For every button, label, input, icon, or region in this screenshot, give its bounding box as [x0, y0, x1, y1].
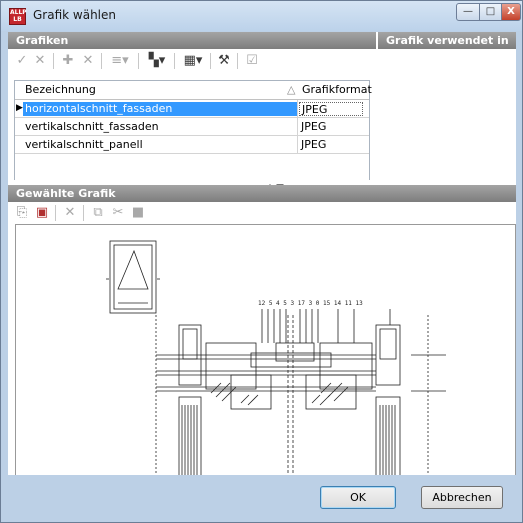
save-icon[interactable]: ■: [130, 205, 146, 221]
check-icon[interactable]: ✓: [14, 53, 30, 69]
cancel-button[interactable]: Abbrechen: [421, 486, 503, 509]
list-dropdown-icon[interactable]: ≡▾: [108, 53, 132, 69]
table-row[interactable]: ▶ horizontalschnitt_fassaden JPEG: [15, 100, 369, 118]
grafik-name: vertikalschnitt_panell: [25, 138, 143, 151]
dialog-footer: OK Abbrechen: [8, 475, 516, 517]
minimize-button[interactable]: —: [456, 3, 480, 21]
sort-ascending-icon: △: [287, 83, 296, 96]
column-header-grafikformat[interactable]: Grafikformat: [302, 83, 372, 96]
maximize-button[interactable]: □: [479, 3, 502, 21]
facade-section-drawing: 12 5 4 5 3 17 3 0 15 14 11 13: [106, 240, 446, 505]
remove-icon[interactable]: ✕: [62, 205, 78, 221]
tools-icon[interactable]: ⚒: [216, 53, 232, 69]
verwendet-in-section-header: Grafik verwendet in: [378, 32, 516, 49]
row-pointer-icon: ▶: [16, 103, 23, 113]
grafik-format: JPEG: [299, 102, 363, 116]
checkbox-icon[interactable]: ☑: [244, 53, 260, 69]
copy-icon[interactable]: ⧉: [90, 205, 106, 221]
gewaehlte-grafik-header: Gewählte Grafik: [8, 185, 516, 202]
table-row[interactable]: vertikalschnitt_fassaden JPEG: [15, 118, 369, 136]
app-icon: ALLP LB: [9, 8, 27, 25]
title-bar[interactable]: ALLP LB Grafik wählen — □ X: [1, 1, 522, 31]
window-title: Grafik wählen: [33, 8, 117, 22]
column-header-bezeichnung[interactable]: Bezeichnung: [25, 83, 96, 96]
grafik-name: horizontalschnitt_fassaden: [23, 102, 297, 116]
paste-graphic-icon[interactable]: ▣: [34, 205, 50, 221]
cut-icon[interactable]: ✂: [110, 205, 126, 221]
grafiken-toolbar: ✓ ✕ ✚ ✕ ≡▾ ▚▾ ▦▾ ⚒ ☑: [8, 50, 376, 72]
verwendet-in-panel: [378, 50, 516, 170]
close-button[interactable]: X: [501, 3, 521, 21]
grafik-name: vertikalschnitt_fassaden: [25, 120, 159, 133]
add-icon[interactable]: ✚: [60, 53, 76, 69]
copy-graphic-icon[interactable]: ⎘: [14, 205, 30, 221]
grafiken-section-header: Grafiken: [8, 32, 376, 49]
graphic-preview: 12 5 4 5 3 17 3 0 15 14 11 13: [15, 224, 516, 506]
dialog-window: ALLP LB Grafik wählen — □ X Grafiken Graf…: [0, 0, 523, 523]
table-row[interactable]: vertikalschnitt_panell JPEG: [15, 136, 369, 154]
grafik-format: JPEG: [301, 138, 327, 151]
table-header: Bezeichnung △ Grafikformat: [15, 81, 372, 100]
ok-button[interactable]: OK: [320, 486, 396, 509]
drawing-dimension-labels: 12 5 4 5 3 17 3 0 15 14 11 13: [258, 300, 363, 307]
preview-toolbar: ⎘ ▣ ✕ ⧉ ✂ ■: [8, 202, 516, 224]
grafik-format: JPEG: [301, 120, 327, 133]
cancel-icon[interactable]: ✕: [32, 53, 48, 69]
delete-icon[interactable]: ✕: [80, 53, 96, 69]
edit-dropdown-icon[interactable]: ▚▾: [144, 53, 170, 69]
table-dropdown-icon[interactable]: ▦▾: [180, 53, 206, 69]
